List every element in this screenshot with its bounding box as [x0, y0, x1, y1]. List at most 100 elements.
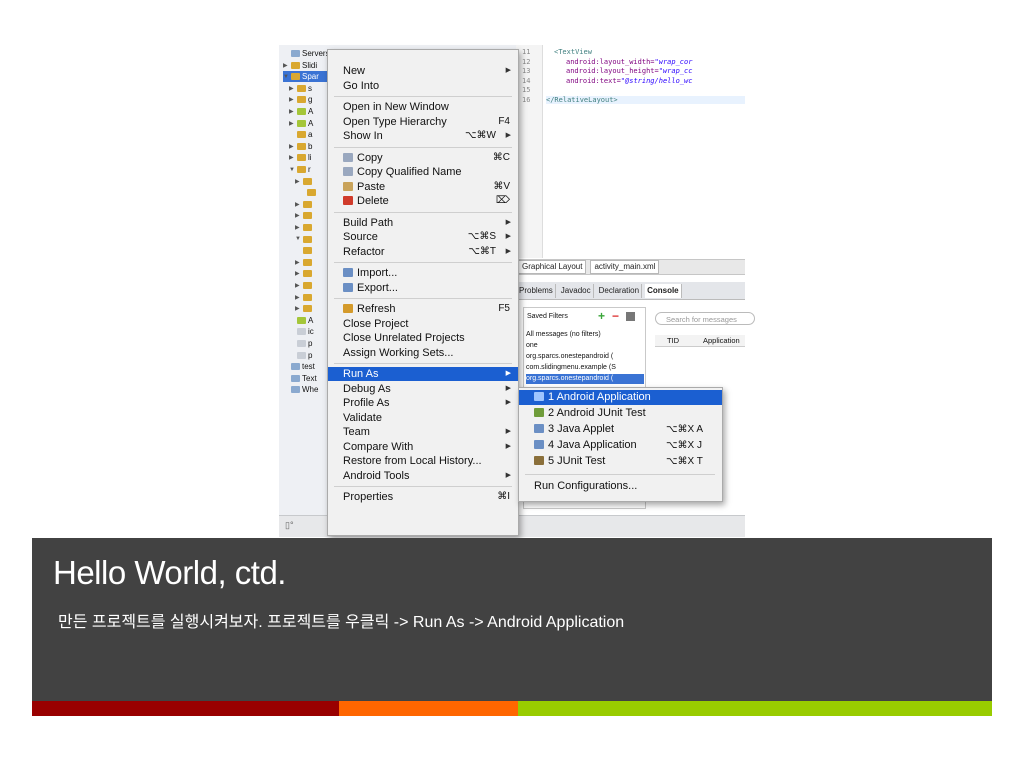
collapsed-arrow-icon[interactable]: ▶ [289, 96, 295, 103]
tab-problems[interactable]: Problems [517, 283, 556, 298]
saved-filter-item[interactable]: All messages (no filters) [526, 330, 644, 340]
collapsed-arrow-icon[interactable]: ▶ [289, 85, 295, 92]
menu-item-close-unrelated-projects[interactable]: Close Unrelated Projects [328, 331, 518, 345]
menu-item-restore-from-local-history[interactable]: Restore from Local History... [328, 454, 518, 468]
tree-item[interactable]: ▶ A [289, 118, 313, 129]
tree-item[interactable] [295, 245, 314, 256]
menu-item-build-path[interactable]: Build Path ▶ [328, 216, 518, 230]
saved-filter-item[interactable]: org.sparcs.onestepandroid ( [526, 374, 644, 384]
collapsed-arrow-icon[interactable]: ▶ [289, 143, 295, 150]
collapsed-arrow-icon[interactable]: ▶ [289, 108, 295, 115]
code-line[interactable]: android:layout_height="wrap_cc [566, 67, 692, 75]
tree-item[interactable]: ▶ g [289, 94, 312, 105]
tree-item[interactable]: ic [289, 326, 314, 337]
tree-item[interactable]: ▶ A [289, 106, 313, 117]
menu-item-paste[interactable]: Paste ⌘V [328, 180, 518, 194]
code-line[interactable]: android:text="@string/hello_wc [566, 77, 692, 85]
collapsed-arrow-icon[interactable]: ▶ [289, 154, 295, 161]
menu-item-new[interactable]: New ▶ [328, 64, 518, 78]
menu-item-refactor[interactable]: Refactor ⌥⌘T ▶ [328, 245, 518, 259]
tree-item[interactable]: ▼ r [289, 164, 311, 175]
collapsed-arrow-icon[interactable]: ▶ [295, 212, 301, 219]
tab-console[interactable]: Console [645, 283, 682, 298]
tree-item[interactable]: ▶ Slidi [283, 60, 317, 71]
menu-item-import[interactable]: Import... [328, 266, 518, 280]
tree-item[interactable]: p [289, 350, 312, 361]
tree-item[interactable]: A [289, 315, 313, 326]
collapsed-arrow-icon[interactable]: ▶ [295, 178, 301, 185]
saved-filter-item[interactable]: org.sparcs.onestepandroid ( [526, 352, 644, 362]
tab-graphical-layout[interactable]: Graphical Layout [518, 260, 587, 274]
tree-item[interactable]: ▶ s [289, 83, 312, 94]
tree-item[interactable]: ▶ [295, 176, 314, 187]
menu-item-go-into[interactable]: Go Into [328, 79, 518, 93]
tab-declaration[interactable]: Declaration [597, 283, 643, 298]
menu-item-team[interactable]: Team ▶ [328, 425, 518, 439]
collapsed-arrow-icon[interactable]: ▶ [295, 259, 301, 266]
tree-item[interactable]: a [289, 129, 312, 140]
run-as-item-run-configurations[interactable]: Run Configurations... [519, 479, 722, 494]
menu-item-run-as[interactable]: Run As ▶ [328, 367, 518, 381]
tree-item[interactable]: ▶ li [289, 152, 312, 163]
run-as-item-2-android-junit-test[interactable]: 2 Android JUnit Test [519, 406, 722, 421]
menu-item-android-tools[interactable]: Android Tools ▶ [328, 469, 518, 483]
col-tid[interactable]: TID [667, 335, 679, 346]
menu-item-assign-working-sets[interactable]: Assign Working Sets... [328, 346, 518, 360]
tree-item[interactable]: ▶ [295, 257, 314, 268]
add-filter-icon[interactable]: + [598, 309, 605, 323]
expanded-arrow-icon[interactable]: ▼ [295, 236, 301, 242]
menu-item-export[interactable]: Export... [328, 281, 518, 295]
tab-javadoc[interactable]: Javadoc [559, 283, 594, 298]
edit-filter-icon[interactable] [626, 312, 635, 321]
tree-item[interactable]: Whe [283, 384, 318, 395]
saved-filter-item[interactable]: com.slidingmenu.example (S [526, 363, 644, 373]
expanded-arrow-icon[interactable]: ▼ [283, 74, 289, 80]
run-as-item-1-android-application[interactable]: 1 Android Application [519, 390, 722, 405]
saved-filter-item[interactable]: one [526, 341, 644, 351]
menu-item-delete[interactable]: Delete ⌦ [328, 194, 518, 208]
tree-item[interactable] [299, 187, 318, 198]
run-as-item-4-java-application[interactable]: 4 Java Application ⌥⌘X J [519, 438, 722, 453]
code-line[interactable]: <TextView [554, 48, 592, 56]
col-application[interactable]: Application [703, 335, 740, 346]
tree-item[interactable]: ▶ [295, 222, 314, 233]
tree-item[interactable]: ▼ [295, 234, 314, 245]
menu-item-show-in[interactable]: Show In ⌥⌘W ▶ [328, 129, 518, 143]
tree-item[interactable]: Text [283, 373, 317, 384]
menu-item-refresh[interactable]: Refresh F5 [328, 302, 518, 316]
menu-item-copy[interactable]: Copy ⌘C [328, 151, 518, 165]
fast-view-icon[interactable]: ▯° [285, 520, 294, 531]
tree-item[interactable]: ▶ [295, 210, 314, 221]
menu-item-source[interactable]: Source ⌥⌘S ▶ [328, 230, 518, 244]
remove-filter-icon[interactable]: − [612, 309, 619, 323]
run-as-item-5-junit-test[interactable]: 5 JUnit Test ⌥⌘X T [519, 454, 722, 469]
tab-activity-main-xml[interactable]: activity_main.xml [590, 260, 660, 274]
collapsed-arrow-icon[interactable]: ▶ [295, 201, 301, 208]
menu-item-validate[interactable]: Validate [328, 411, 518, 425]
code-line[interactable]: </RelativeLayout> [546, 95, 745, 104]
menu-item-close-project[interactable]: Close Project [328, 317, 518, 331]
tree-item[interactable]: ▶ [295, 268, 314, 279]
tree-item[interactable]: Servers [283, 48, 330, 59]
collapsed-arrow-icon[interactable]: ▶ [295, 270, 301, 277]
tree-item[interactable]: p [289, 338, 312, 349]
menu-item-open-in-new-window[interactable]: Open in New Window [328, 100, 518, 114]
expanded-arrow-icon[interactable]: ▼ [289, 167, 295, 173]
run-as-item-3-java-applet[interactable]: 3 Java Applet ⌥⌘X A [519, 422, 722, 437]
collapsed-arrow-icon[interactable]: ▶ [283, 62, 289, 69]
menu-item-compare-with[interactable]: Compare With ▶ [328, 440, 518, 454]
collapsed-arrow-icon[interactable]: ▶ [295, 224, 301, 231]
tree-item[interactable]: ▶ [295, 292, 314, 303]
menu-item-debug-as[interactable]: Debug As ▶ [328, 382, 518, 396]
code-line[interactable]: android:layout_width="wrap_cor [566, 58, 692, 66]
collapsed-arrow-icon[interactable]: ▶ [295, 294, 301, 301]
collapsed-arrow-icon[interactable]: ▶ [295, 282, 301, 289]
tree-item[interactable]: ▶ b [289, 141, 312, 152]
collapsed-arrow-icon[interactable]: ▶ [289, 120, 295, 127]
tree-item[interactable]: ▶ [295, 303, 314, 314]
log-search-input[interactable]: Search for messages [655, 312, 755, 325]
menu-item-properties[interactable]: Properties ⌘I [328, 490, 518, 504]
menu-item-open-type-hierarchy[interactable]: Open Type Hierarchy F4 [328, 115, 518, 129]
menu-item-profile-as[interactable]: Profile As ▶ [328, 396, 518, 410]
tree-item[interactable]: ▶ [295, 199, 314, 210]
